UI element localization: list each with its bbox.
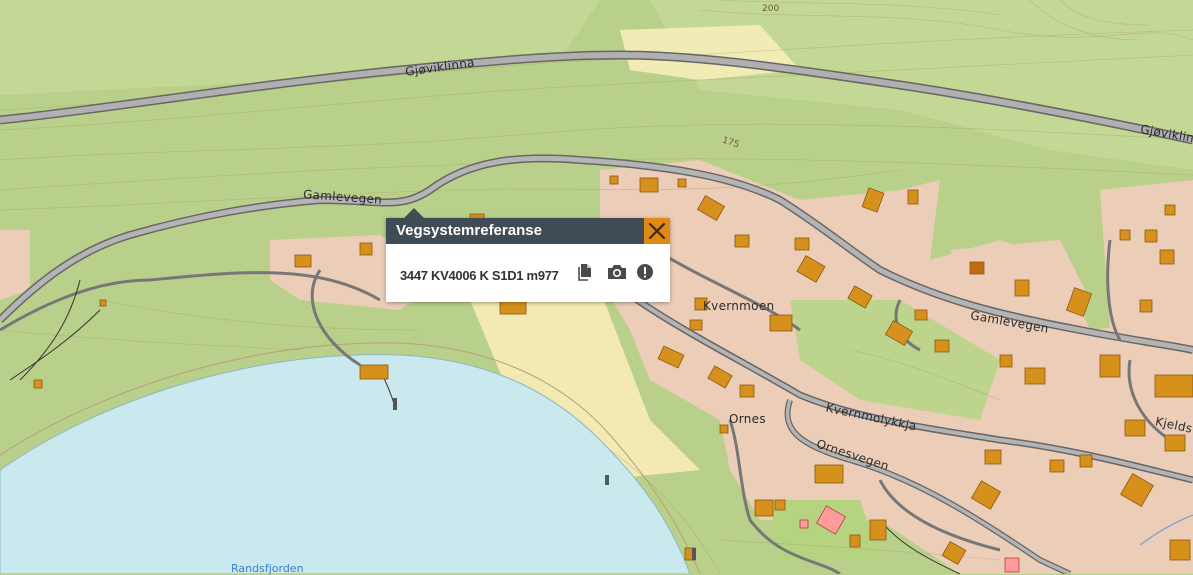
water-label-randsfjorden: Randsfjorden [231,562,304,575]
pier [605,475,609,485]
vegsystemreferanse-popup: Vegsystemreferanse 3447 KV4006 K S1D1 m9… [386,208,670,302]
close-button[interactable] [644,218,670,244]
report-button[interactable] [635,262,655,282]
camera-button[interactable] [606,262,626,282]
contour-label-200: 200 [762,4,780,14]
copy-button[interactable] [576,262,596,282]
copy-icon [578,264,591,281]
residential-area [0,230,30,300]
popup-title: Vegsystemreferanse [396,222,542,239]
alert-icon [637,264,653,280]
road-reference-text: 3447 KV4006 K S1D1 m977 [400,268,559,283]
popup-header: Vegsystemreferanse [386,218,644,244]
camera-icon [608,265,626,279]
place-label-ornes: Ornes [729,412,766,426]
close-icon [648,222,666,240]
place-label-kvernmoen: Kvernmoen [703,299,775,313]
popup-pointer [404,208,424,218]
pier [692,548,696,560]
pier [393,398,397,410]
